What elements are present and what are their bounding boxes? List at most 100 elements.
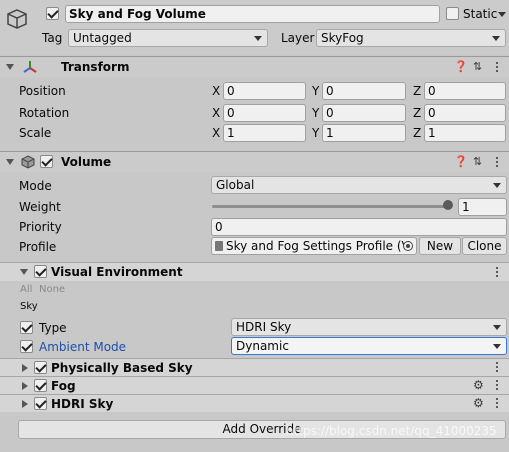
preset-icon[interactable]: ⇅ bbox=[473, 61, 482, 73]
scale-label: Scale bbox=[19, 126, 52, 140]
volume-priority-row: Priority 0 bbox=[0, 217, 509, 237]
physically-based-sky-checkbox[interactable] bbox=[34, 361, 47, 374]
gameobject-cube-icon bbox=[7, 9, 27, 29]
static-checkbox[interactable] bbox=[446, 7, 459, 20]
watermark: https://blog.csdn.net/qq_41000235 bbox=[286, 424, 497, 438]
weight-slider-track[interactable] bbox=[212, 205, 452, 208]
chevron-down-icon bbox=[492, 36, 500, 41]
kebab-menu-icon[interactable] bbox=[496, 398, 499, 410]
scale-y-field[interactable]: 1 bbox=[322, 124, 406, 142]
type-label: Type bbox=[39, 321, 67, 335]
priority-field[interactable]: 0 bbox=[211, 218, 507, 236]
axis-x-label: X bbox=[212, 84, 221, 98]
foldout-arrow[interactable] bbox=[22, 382, 28, 390]
active-checkbox[interactable] bbox=[46, 7, 59, 20]
kebab-menu-icon[interactable] bbox=[496, 157, 499, 169]
axis-z-label: Z bbox=[413, 106, 422, 120]
ambient-mode-dropdown[interactable]: Dynamic bbox=[231, 337, 507, 355]
weight-label: Weight bbox=[19, 200, 61, 214]
chevron-down-icon bbox=[493, 325, 501, 330]
tag-value: Untagged bbox=[73, 31, 132, 45]
help-icon[interactable]: ❓ bbox=[454, 156, 468, 168]
help-icon[interactable]: ❓ bbox=[454, 61, 468, 73]
new-profile-button[interactable]: New bbox=[419, 237, 461, 255]
physically-based-sky-title: Physically Based Sky bbox=[51, 361, 193, 375]
transform-axes-icon bbox=[23, 61, 37, 73]
profile-label: Profile bbox=[19, 240, 57, 254]
rotation-y-field[interactable]: 0 bbox=[322, 104, 406, 122]
kebab-menu-icon[interactable] bbox=[496, 62, 499, 74]
mode-dropdown[interactable]: Global bbox=[211, 176, 507, 194]
position-label: Position bbox=[19, 84, 66, 98]
static-dropdown-caret[interactable] bbox=[498, 12, 506, 17]
object-name-input[interactable]: Sky and Fog Volume bbox=[65, 5, 440, 23]
hdri-sky-title: HDRI Sky bbox=[51, 397, 114, 411]
transform-row-scale: Scale X 1 Y 1 Z 1 bbox=[0, 123, 509, 143]
visual-environment-title: Visual Environment bbox=[51, 265, 183, 279]
gear-icon[interactable]: ⚙ bbox=[473, 397, 484, 409]
layer-dropdown[interactable]: SkyFog bbox=[316, 29, 506, 47]
clone-profile-button[interactable]: Clone bbox=[462, 237, 507, 255]
rotation-x-field[interactable]: 0 bbox=[223, 104, 306, 122]
foldout-arrow[interactable] bbox=[20, 269, 28, 275]
ambient-mode-value: Dynamic bbox=[236, 339, 289, 353]
fog-title: Fog bbox=[51, 379, 76, 393]
object-picker-icon[interactable] bbox=[403, 241, 413, 251]
tag-dropdown[interactable]: Untagged bbox=[68, 29, 268, 47]
transform-row-position: Position X 0 Y 0 Z 0 bbox=[0, 81, 509, 101]
none-toggle[interactable]: None bbox=[39, 282, 65, 298]
visual-environment-checkbox[interactable] bbox=[34, 265, 47, 278]
volume-weight-row: Weight 1 bbox=[0, 197, 509, 217]
type-dropdown[interactable]: HDRI Sky bbox=[231, 318, 507, 336]
mode-value: Global bbox=[216, 178, 255, 192]
fog-header[interactable]: Fog ⚙ bbox=[0, 376, 509, 394]
visual-environment-header[interactable]: Visual Environment bbox=[0, 262, 509, 281]
physically-based-sky-header[interactable]: Physically Based Sky bbox=[0, 358, 509, 376]
transform-title: Transform bbox=[61, 60, 130, 74]
volume-enabled-checkbox[interactable] bbox=[40, 155, 53, 168]
axis-x-label: X bbox=[212, 106, 221, 120]
weight-slider-handle[interactable] bbox=[443, 200, 453, 210]
position-y-field[interactable]: 0 bbox=[322, 82, 406, 100]
position-x-field[interactable]: 0 bbox=[223, 82, 306, 100]
hdri-sky-header[interactable]: HDRI Sky ⚙ bbox=[0, 394, 509, 412]
type-value: HDRI Sky bbox=[236, 320, 292, 334]
all-toggle[interactable]: All bbox=[20, 282, 32, 298]
tag-label: Tag bbox=[42, 31, 63, 45]
weight-field[interactable]: 1 bbox=[458, 198, 507, 216]
profile-object-field[interactable]: Sky and Fog Settings Profile (V bbox=[211, 237, 417, 255]
fog-checkbox[interactable] bbox=[34, 379, 47, 392]
axis-x-label: X bbox=[212, 126, 221, 140]
hdri-sky-checkbox[interactable] bbox=[34, 397, 47, 410]
ambient-override-checkbox[interactable] bbox=[20, 340, 33, 353]
type-override-checkbox[interactable] bbox=[20, 321, 33, 334]
foldout-arrow[interactable] bbox=[22, 364, 28, 372]
gear-icon[interactable]: ⚙ bbox=[473, 379, 484, 391]
foldout-arrow[interactable] bbox=[22, 400, 28, 408]
ambient-mode-label: Ambient Mode bbox=[39, 340, 127, 354]
chevron-down-icon bbox=[493, 344, 501, 349]
scale-x-field[interactable]: 1 bbox=[223, 124, 306, 142]
foldout-arrow[interactable] bbox=[6, 159, 14, 165]
chevron-down-icon bbox=[254, 36, 262, 41]
rotation-label: Rotation bbox=[19, 106, 70, 120]
scale-z-field[interactable]: 1 bbox=[424, 124, 506, 142]
volume-mode-row: Mode Global bbox=[0, 176, 509, 196]
volume-title: Volume bbox=[61, 155, 112, 169]
priority-label: Priority bbox=[19, 220, 62, 234]
axis-y-label: Y bbox=[312, 126, 320, 140]
object-header: Sky and Fog Volume Static Tag Untagged L… bbox=[0, 0, 509, 55]
kebab-menu-icon[interactable] bbox=[496, 267, 499, 279]
kebab-menu-icon[interactable] bbox=[496, 362, 499, 374]
foldout-arrow[interactable] bbox=[6, 64, 14, 70]
volume-header[interactable]: Volume ❓ ⇅ bbox=[0, 151, 509, 172]
preset-icon[interactable]: ⇅ bbox=[473, 156, 482, 168]
axis-z-label: Z bbox=[413, 126, 422, 140]
rotation-z-field[interactable]: 0 bbox=[424, 104, 506, 122]
profile-value: Sky and Fog Settings Profile (V bbox=[226, 239, 410, 253]
position-z-field[interactable]: 0 bbox=[424, 82, 506, 100]
mode-label: Mode bbox=[19, 179, 52, 193]
kebab-menu-icon[interactable] bbox=[496, 380, 499, 392]
transform-header[interactable]: Transform ❓ ⇅ bbox=[0, 56, 509, 77]
layer-value: SkyFog bbox=[321, 31, 364, 45]
